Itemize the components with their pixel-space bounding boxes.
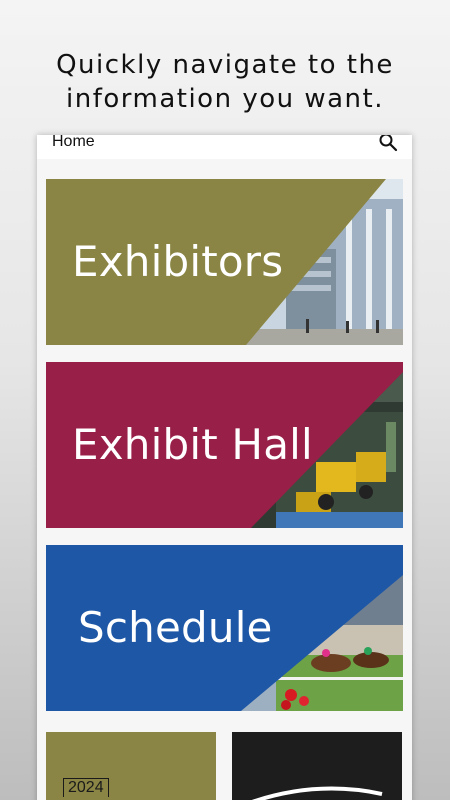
promo-line-2: information you want.	[66, 84, 384, 114]
dark-tile[interactable]	[232, 732, 402, 800]
phone-screen: Home Exhibitors Exhibit Hall Schedule 20…	[37, 135, 412, 800]
app-bar-title: Home	[52, 135, 95, 150]
dark-logo-arc	[251, 786, 383, 800]
exhibit-hall-tile[interactable]: Exhibit Hall	[46, 362, 403, 528]
schedule-label: Schedule	[78, 603, 273, 652]
schedule-tile[interactable]: Schedule	[46, 545, 403, 711]
exhibitors-label: Exhibitors	[72, 237, 284, 286]
year-tile[interactable]: 2024	[46, 732, 216, 800]
year-label: 2024	[63, 778, 109, 797]
app-bar: Home	[37, 135, 412, 159]
promo-headline: Quickly navigate to the information you …	[0, 48, 450, 116]
search-icon[interactable]	[378, 135, 398, 152]
exhibit-hall-label: Exhibit Hall	[72, 420, 313, 469]
exhibitors-tile[interactable]: Exhibitors	[46, 179, 403, 345]
promo-line-1: Quickly navigate to the	[56, 50, 394, 80]
